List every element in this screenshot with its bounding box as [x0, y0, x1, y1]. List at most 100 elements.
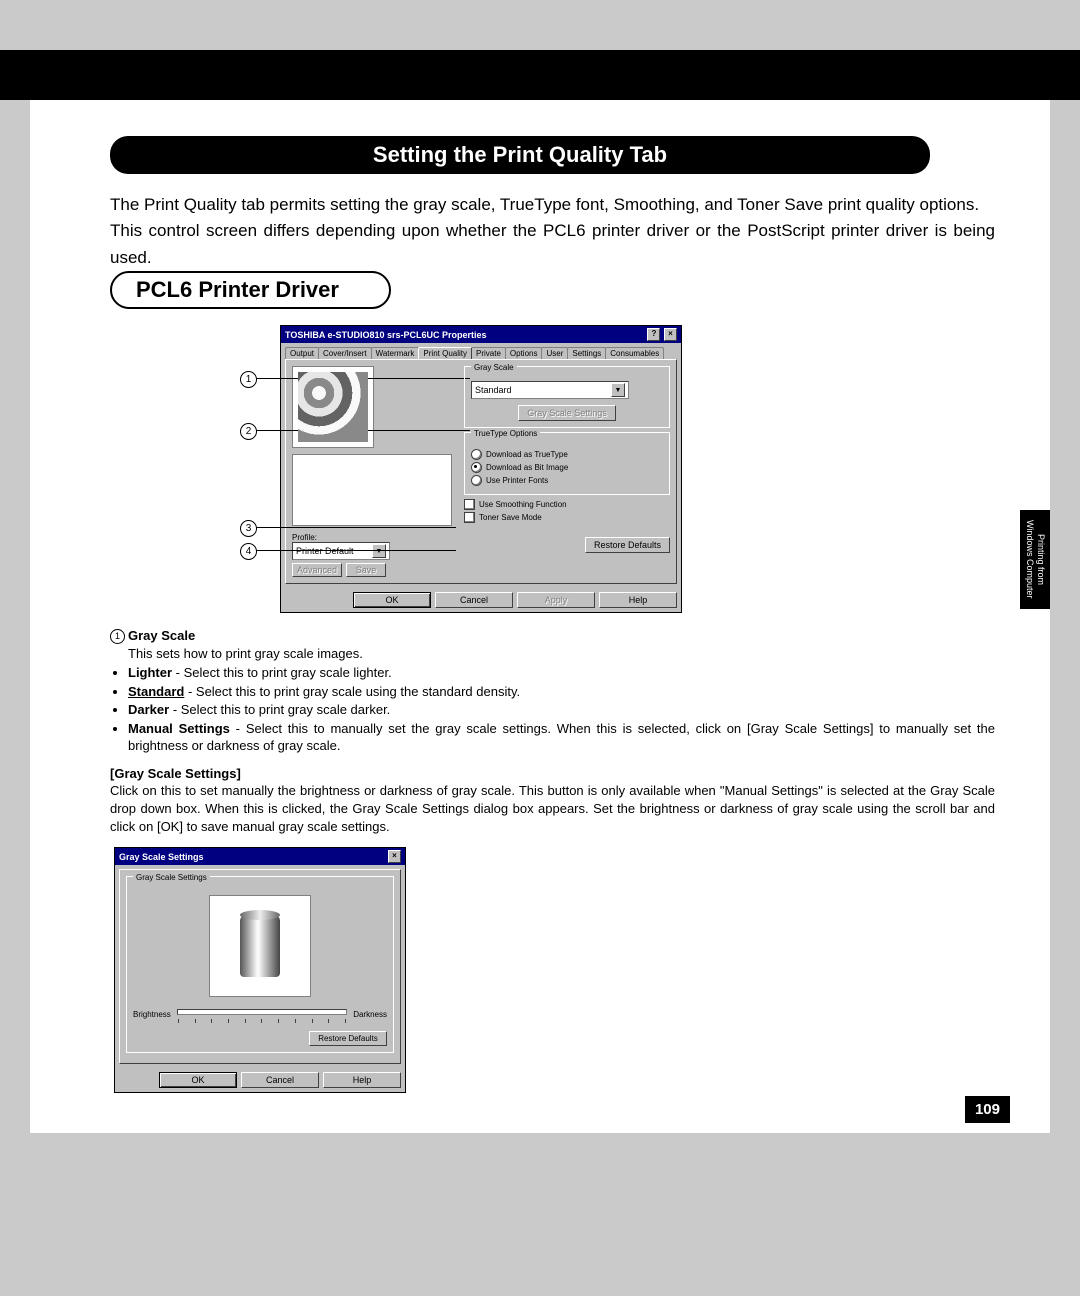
subheading-pill: PCL6 Printer Driver: [110, 271, 391, 309]
description-block: 1Gray Scale This sets how to print gray …: [110, 627, 995, 835]
dlg2-group: Gray Scale Settings Brightness Darkness: [126, 876, 394, 1053]
section-tab: Printing from Windows Computer: [1020, 510, 1050, 609]
tab-user[interactable]: User: [541, 347, 568, 359]
def: - Select this to print gray scale using …: [184, 684, 520, 699]
preview-cylinder-box: [209, 895, 311, 997]
profile-label: Profile:: [292, 533, 317, 542]
close-icon[interactable]: ×: [388, 850, 401, 863]
close-icon[interactable]: ×: [664, 328, 677, 341]
term: Manual Settings: [128, 721, 230, 736]
tab-watermark[interactable]: Watermark: [371, 347, 420, 359]
intro-text: The Print Quality tab permits setting th…: [110, 192, 995, 271]
page-number: 109: [965, 1096, 1010, 1123]
dlg2-restore-button[interactable]: Restore Defaults: [309, 1031, 387, 1046]
advanced-button[interactable]: Advanced: [292, 563, 342, 577]
radio-use-printer-fonts[interactable]: Use Printer Fonts: [471, 475, 663, 486]
grayscale-settings-dialog: Gray Scale Settings × Gray Scale Setting…: [114, 847, 406, 1093]
properties-dialog: TOSHIBA e-STUDIO810 srs-PCL6UC Propertie…: [280, 325, 682, 613]
desc-li-manual: Manual Settings - Select this to manuall…: [128, 720, 995, 755]
tab-settings[interactable]: Settings: [567, 347, 606, 359]
grayscale-settings-button[interactable]: Gray Scale Settings: [518, 405, 616, 421]
ok-button[interactable]: OK: [353, 592, 431, 608]
callout-4-line: [256, 550, 456, 551]
slider-left-label: Brightness: [133, 1010, 171, 1019]
intro-p2: This control screen differs depending up…: [110, 221, 995, 266]
grayscale-value: Standard: [475, 385, 512, 395]
desc-li-lighter: Lighter - Select this to print gray scal…: [128, 664, 995, 682]
dialog-button-row: OK Cancel Apply Help: [281, 588, 681, 612]
truetype-group-title: TrueType Options: [471, 429, 540, 438]
desc-li-darker: Darker - Select this to print gray scale…: [128, 701, 995, 719]
top-black-bar: [0, 50, 1080, 100]
checkbox-toner-save[interactable]: Toner Save Mode: [464, 512, 670, 523]
radio-download-bitimage[interactable]: Download as Bit Image: [471, 462, 663, 473]
term: Standard: [128, 684, 184, 699]
chevron-down-icon: ▼: [372, 544, 386, 558]
intro-p1: The Print Quality tab permits setting th…: [110, 195, 979, 214]
help-button[interactable]: Help: [599, 592, 677, 608]
list-box[interactable]: [292, 454, 452, 526]
profile-value: Printer Default: [296, 546, 354, 556]
section-heading: Setting the Print Quality Tab: [110, 136, 930, 174]
dlg2-group-title: Gray Scale Settings: [133, 873, 210, 882]
help-icon[interactable]: ?: [647, 328, 660, 341]
tab-print-quality[interactable]: Print Quality: [418, 347, 472, 359]
tab-consumables[interactable]: Consumables: [605, 347, 664, 359]
tab-strip: Output Cover/Insert Watermark Print Qual…: [281, 343, 681, 359]
dialog2-titlebar[interactable]: Gray Scale Settings ×: [115, 848, 405, 865]
desc-p1: This sets how to print gray scale images…: [128, 645, 995, 663]
check-label: Use Smoothing Function: [479, 500, 567, 509]
properties-dialog-figure: 1 2 3 4 TOSHIBA e-STUDIO810 srs-PCL6UC P…: [280, 325, 995, 613]
radio-download-truetype[interactable]: Download as TrueType: [471, 449, 663, 460]
desc-h1: Gray Scale: [128, 628, 195, 643]
tab-options[interactable]: Options: [505, 347, 543, 359]
dialog2-title-text: Gray Scale Settings: [119, 852, 204, 862]
callout-1: 1: [240, 371, 257, 388]
profile-dropdown[interactable]: Printer Default ▼: [292, 542, 390, 560]
checkbox-smoothing[interactable]: Use Smoothing Function: [464, 499, 670, 510]
check-label: Toner Save Mode: [479, 513, 542, 522]
tab-private[interactable]: Private: [471, 347, 506, 359]
callout-3: 3: [240, 520, 257, 537]
dlg2-help-button[interactable]: Help: [323, 1072, 401, 1088]
sidetab-line1: Printing from: [1036, 534, 1046, 585]
dlg2-cancel-button[interactable]: Cancel: [241, 1072, 319, 1088]
def: - Select this to print gray scale lighte…: [172, 665, 392, 680]
dialog-titlebar[interactable]: TOSHIBA e-STUDIO810 srs-PCL6UC Propertie…: [281, 326, 681, 343]
radio-label: Download as TrueType: [486, 450, 568, 459]
save-button[interactable]: Save: [346, 563, 386, 577]
sidetab-line2: Windows Computer: [1025, 520, 1035, 599]
desc-li-standard: Standard - Select this to print gray sca…: [128, 683, 995, 701]
dialog-title-text: TOSHIBA e-STUDIO810 srs-PCL6UC Propertie…: [285, 330, 487, 340]
restore-defaults-button[interactable]: Restore Defaults: [585, 537, 670, 553]
grayscale-group: Gray Scale Standard ▼ Gray Scale Setting…: [464, 366, 670, 428]
slider-right-label: Darkness: [353, 1010, 387, 1019]
grayscale-dropdown[interactable]: Standard ▼: [471, 381, 629, 399]
callout-4: 4: [240, 543, 257, 560]
callout-2: 2: [240, 423, 257, 440]
def: - Select this to manually set the gray s…: [128, 721, 995, 754]
dlg2-ok-button[interactable]: OK: [159, 1072, 237, 1088]
preview-image: [298, 372, 368, 442]
page: Printing from Windows Computer Setting t…: [30, 100, 1050, 1133]
desc-callout-1: 1: [110, 629, 125, 644]
preview-box: [292, 366, 374, 448]
subheading: PCL6 Printer Driver: [112, 273, 389, 307]
slider-ticks: [177, 1019, 347, 1023]
term: Darker: [128, 702, 169, 717]
apply-button[interactable]: Apply: [517, 592, 595, 608]
radio-label: Download as Bit Image: [486, 463, 568, 472]
term: Lighter: [128, 665, 172, 680]
cancel-button[interactable]: Cancel: [435, 592, 513, 608]
def: - Select this to print gray scale darker…: [169, 702, 390, 717]
radio-label: Use Printer Fonts: [486, 476, 548, 485]
grayscale-group-title: Gray Scale: [471, 363, 517, 372]
brightness-slider[interactable]: [177, 1009, 347, 1015]
dlg2-button-row: OK Cancel Help: [115, 1068, 405, 1092]
tab-output[interactable]: Output: [285, 347, 319, 359]
callout-3-line: [256, 527, 456, 528]
desc-h2: [Gray Scale Settings]: [110, 766, 241, 781]
truetype-group: TrueType Options Download as TrueType Do…: [464, 432, 670, 495]
tab-cover-insert[interactable]: Cover/Insert: [318, 347, 372, 359]
desc-p2: Click on this to set manually the bright…: [110, 782, 995, 835]
